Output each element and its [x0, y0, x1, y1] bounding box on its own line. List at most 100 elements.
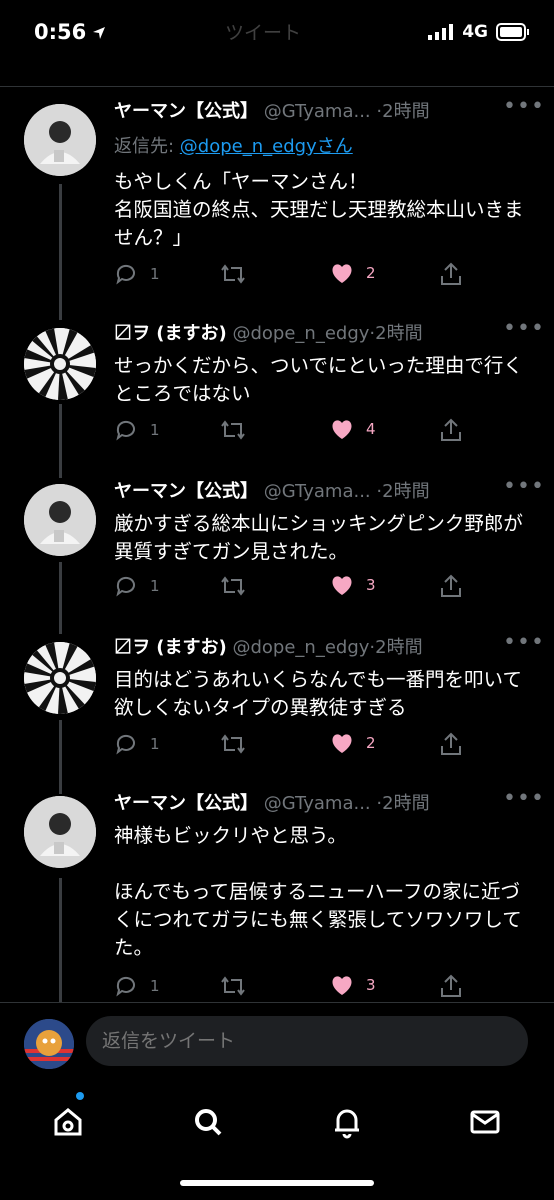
- retweet-icon: [221, 734, 245, 754]
- avatar[interactable]: [24, 1019, 74, 1069]
- share-icon: [441, 974, 461, 997]
- more-options-icon[interactable]: •••: [503, 786, 545, 811]
- share-button[interactable]: [440, 262, 462, 286]
- reply-prefix: 返信先:: [114, 136, 180, 157]
- timestamp[interactable]: ·2時間: [376, 101, 429, 122]
- tweet-header: 〼ヲ (ますお) @dope_n_edgy·2時間: [114, 322, 514, 346]
- reply-button[interactable]: 1: [114, 262, 160, 286]
- tab-search[interactable]: [186, 1100, 230, 1144]
- mail-icon: [470, 1110, 500, 1134]
- timestamp[interactable]: ·2時間: [376, 481, 429, 502]
- share-icon: [441, 732, 461, 755]
- like-button[interactable]: 3: [330, 974, 376, 996]
- retweet-button[interactable]: [220, 574, 258, 598]
- retweet-button[interactable]: [220, 418, 258, 442]
- heart-icon: [332, 576, 352, 595]
- reply-icon: [116, 264, 135, 285]
- like-count: 2: [366, 734, 376, 752]
- tweet-actions: 1 2: [114, 262, 534, 290]
- timestamp[interactable]: ·2時間: [369, 323, 422, 344]
- avatar[interactable]: [24, 484, 96, 556]
- like-count: 3: [366, 976, 376, 994]
- handle[interactable]: @GTyama...: [264, 101, 371, 122]
- like-count: 2: [366, 264, 376, 282]
- avatar-yaman: [24, 104, 96, 176]
- reply-count: 1: [150, 421, 160, 439]
- handle[interactable]: @GTyama...: [264, 481, 371, 502]
- display-name[interactable]: 〼ヲ (ますお): [114, 637, 227, 658]
- avatar[interactable]: [24, 104, 96, 176]
- bell-icon: [335, 1109, 359, 1139]
- reply-count: 1: [150, 265, 160, 283]
- avatar[interactable]: [24, 796, 96, 868]
- avatar-me: [24, 1019, 74, 1069]
- avatar-yaman: [24, 796, 96, 868]
- heart-icon: [332, 264, 352, 283]
- retweet-button[interactable]: [220, 974, 258, 998]
- reply-icon: [116, 576, 135, 597]
- header: ツイート: [0, 0, 554, 84]
- tweet-header: 〼ヲ (ますお) @dope_n_edgy·2時間: [114, 636, 514, 660]
- like-count: 4: [366, 420, 376, 438]
- like-button[interactable]: 4: [330, 418, 376, 440]
- display-name[interactable]: ヤーマン【公式】: [114, 101, 258, 122]
- share-button[interactable]: [440, 574, 462, 598]
- reply-input[interactable]: [86, 1016, 528, 1066]
- reply-button[interactable]: 1: [114, 974, 160, 998]
- avatar[interactable]: [24, 642, 96, 714]
- reply-to: 返信先: @dope_n_edgyさん: [114, 132, 353, 158]
- more-options-icon[interactable]: •••: [503, 474, 545, 499]
- heart-icon: [332, 420, 352, 439]
- thread-line: [59, 184, 62, 320]
- tweet-actions: 1 4: [114, 418, 534, 446]
- reply-button[interactable]: 1: [114, 574, 160, 598]
- handle[interactable]: @GTyama...: [264, 793, 371, 814]
- share-icon: [441, 418, 461, 441]
- display-name[interactable]: 〼ヲ (ますお): [114, 323, 227, 344]
- retweet-icon: [221, 264, 245, 284]
- tab-notifications[interactable]: [325, 1100, 369, 1144]
- tab-messages[interactable]: [463, 1100, 507, 1144]
- reply-button[interactable]: 1: [114, 418, 160, 442]
- handle[interactable]: @dope_n_edgy: [232, 637, 369, 658]
- avatar[interactable]: [24, 328, 96, 400]
- more-options-icon[interactable]: •••: [503, 630, 545, 655]
- timestamp[interactable]: ·2時間: [369, 637, 422, 658]
- reply-count: 1: [150, 577, 160, 595]
- thread-line: [59, 720, 62, 794]
- retweet-button[interactable]: [220, 262, 258, 286]
- retweet-icon: [221, 576, 245, 596]
- reply-button[interactable]: 1: [114, 732, 160, 756]
- like-button[interactable]: 2: [330, 262, 376, 284]
- avatar-masuo: [24, 642, 96, 714]
- tweet-text: 厳かすぎる総本山にショッキングピンク野郎が異質すぎてガン見された。: [114, 512, 523, 563]
- timestamp[interactable]: ·2時間: [376, 793, 429, 814]
- tweet-actions: 1 3: [114, 974, 534, 1002]
- share-button[interactable]: [440, 418, 462, 442]
- thread-line: [59, 878, 62, 1002]
- handle[interactable]: @dope_n_edgy: [232, 323, 369, 344]
- like-button[interactable]: 3: [330, 574, 376, 596]
- heart-icon: [332, 734, 352, 753]
- avatar-masuo: [24, 328, 96, 400]
- more-options-icon[interactable]: •••: [503, 94, 545, 119]
- share-button[interactable]: [440, 732, 462, 756]
- display-name[interactable]: ヤーマン【公式】: [114, 793, 258, 814]
- tweet-text: せっかくだから、ついでにといった理由で行くところではない: [114, 354, 523, 405]
- reply-to-link[interactable]: @dope_n_edgyさん: [180, 136, 353, 157]
- tab-home[interactable]: [46, 1100, 90, 1144]
- like-button[interactable]: 2: [330, 732, 376, 754]
- tweet-header: ヤーマン【公式】 @GTyama... ·2時間: [114, 792, 514, 816]
- display-name[interactable]: ヤーマン【公式】: [114, 481, 258, 502]
- home-icon: [54, 1108, 82, 1136]
- more-options-icon[interactable]: •••: [503, 316, 545, 341]
- thread-line: [59, 562, 62, 634]
- share-icon: [441, 262, 461, 285]
- retweet-button[interactable]: [220, 732, 258, 756]
- share-button[interactable]: [440, 974, 462, 998]
- tweet-actions: 1 3: [114, 574, 534, 602]
- tweet-text: 目的はどうあれいくらなんでも一番門を叩いて欲しくないタイプの異教徒すぎる: [114, 668, 522, 719]
- tweet-header: ヤーマン【公式】 @GTyama... ·2時間: [114, 100, 514, 124]
- reply-icon: [116, 734, 135, 755]
- tweet-header: ヤーマン【公式】 @GTyama... ·2時間: [114, 480, 514, 504]
